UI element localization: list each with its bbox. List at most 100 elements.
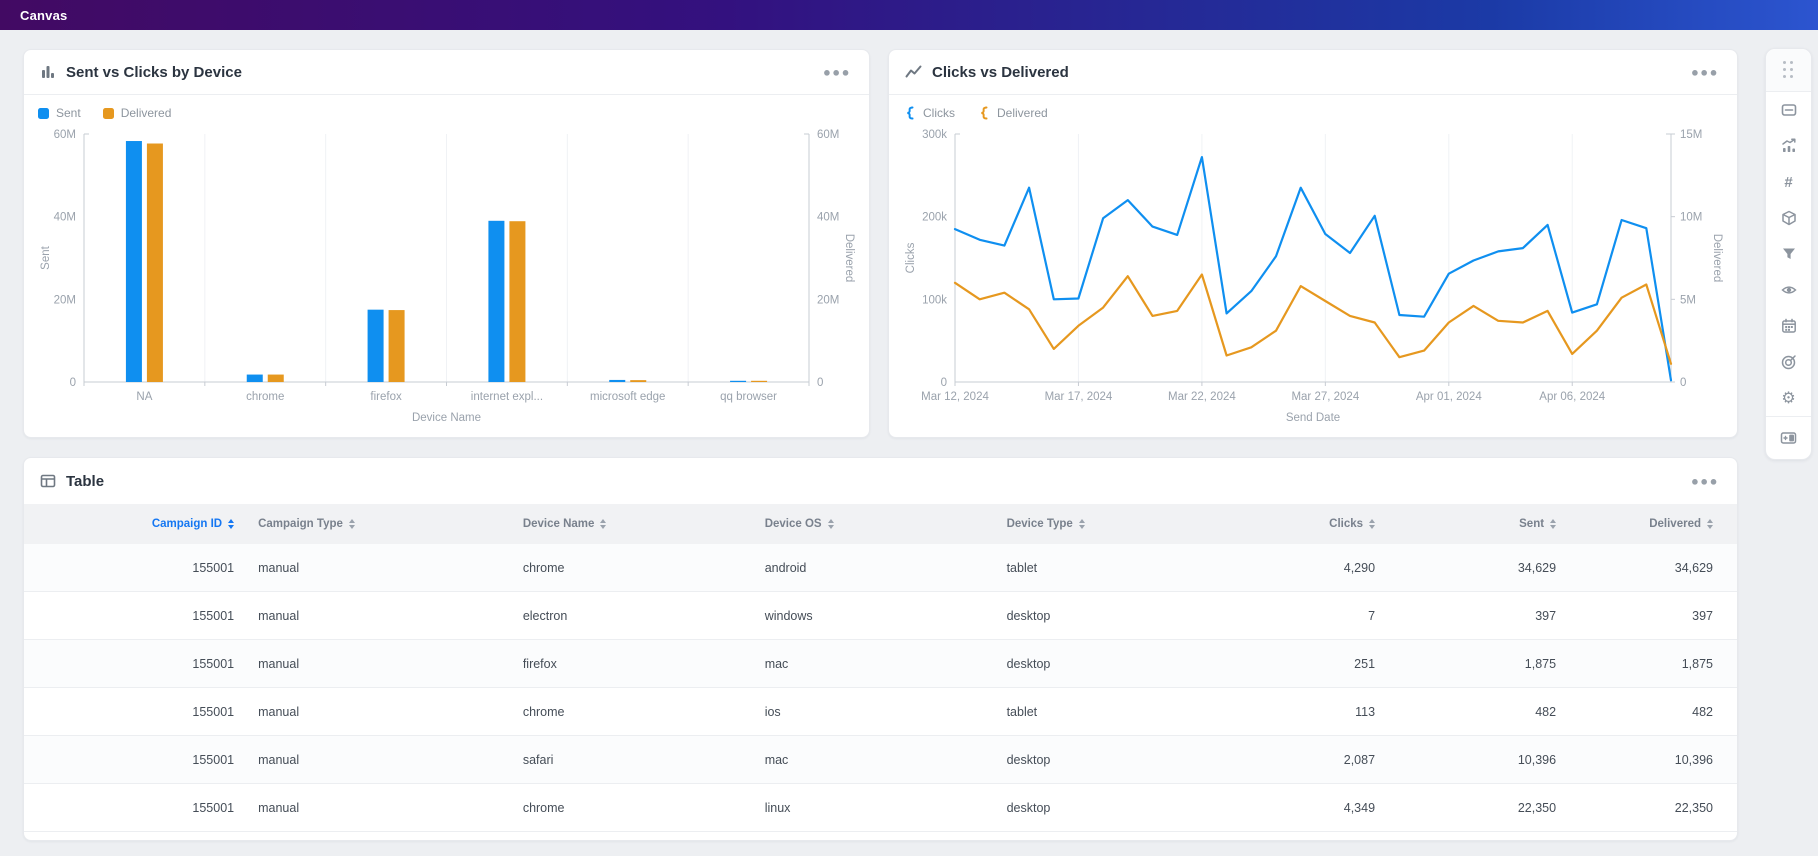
table-cell: manual — [246, 544, 511, 592]
svg-text:NA: NA — [136, 391, 152, 403]
column-header-campaign-type[interactable]: Campaign Type — [246, 504, 511, 544]
svg-text:100k: 100k — [922, 294, 947, 306]
svg-text:20M: 20M — [817, 294, 839, 306]
more-menu-icon[interactable]: ●●● — [819, 64, 855, 81]
svg-text:60M: 60M — [54, 129, 76, 141]
sort-icon — [600, 519, 606, 529]
card-widget-button[interactable] — [1766, 92, 1811, 128]
app-title: Canvas — [0, 8, 67, 23]
bar-chart-card: Sent vs Clicks by Device ●●● Sent Delive… — [23, 49, 870, 438]
svg-text:40M: 40M — [54, 212, 76, 224]
table-cell: manual — [246, 784, 511, 832]
svg-text:60M: 60M — [817, 129, 839, 141]
settings-button[interactable]: ⚙ — [1766, 380, 1811, 416]
calendar-widget-button[interactable] — [1766, 308, 1811, 344]
svg-text:qq browser: qq browser — [720, 391, 777, 403]
svg-text:Mar 17, 2024: Mar 17, 2024 — [1045, 391, 1113, 403]
table-row[interactable]: 155001manualchromeandroidtablet4,29034,6… — [24, 544, 1737, 592]
table-cell: 7 — [1236, 592, 1387, 640]
column-header-clicks[interactable]: Clicks — [1236, 504, 1387, 544]
table-cell: 155001 — [24, 592, 246, 640]
column-header-device-name[interactable]: Device Name — [511, 504, 753, 544]
table-row[interactable]: 155001manualchromeiostablet113482482 — [24, 688, 1737, 736]
table-cell: ios — [753, 688, 995, 736]
column-label: Sent — [1519, 518, 1544, 530]
more-menu-icon[interactable]: ●●● — [1687, 473, 1723, 490]
legend-item-sent[interactable]: Sent — [38, 106, 81, 120]
svg-text:0: 0 — [70, 377, 76, 389]
bar-chart-svg: 0020M20M40M40M60M60MNAchromefirefoxinter… — [36, 124, 857, 428]
column-header-sent[interactable]: Sent — [1387, 504, 1568, 544]
sort-icon — [228, 519, 234, 529]
table-cell: 251 — [1236, 640, 1387, 688]
table-card-header: Table ●●● — [24, 458, 1737, 504]
table-row[interactable]: 155001manualsafarimacdesktop2,08710,3961… — [24, 736, 1737, 784]
column-header-device-type[interactable]: Device Type — [995, 504, 1237, 544]
svg-text:0: 0 — [1680, 377, 1686, 389]
chart-increase-icon — [1781, 138, 1797, 154]
legend-label: Clicks — [923, 106, 955, 120]
svg-text:20M: 20M — [54, 294, 76, 306]
table-cell: windows — [753, 592, 995, 640]
drag-handle[interactable] — [1766, 49, 1811, 92]
table-cell: desktop — [995, 784, 1237, 832]
table-row[interactable]: 155001manualelectronwindowsdesktop739739… — [24, 592, 1737, 640]
panel-toggle-icon — [1780, 430, 1797, 446]
sort-icon — [1369, 519, 1375, 529]
legend-item-delivered[interactable]: Delivered — [977, 106, 1048, 120]
svg-text:Apr 06, 2024: Apr 06, 2024 — [1539, 391, 1605, 403]
table-cell: safari — [511, 736, 753, 784]
bar-chart-card-header: Sent vs Clicks by Device ●●● — [24, 50, 869, 95]
panel-toggle-button[interactable] — [1766, 420, 1811, 456]
table-row[interactable]: 155001manualfirefoxmacdesktop2511,8751,8… — [24, 640, 1737, 688]
table-cell: linux — [753, 784, 995, 832]
column-header-delivered[interactable]: Delivered — [1568, 504, 1737, 544]
svg-text:0: 0 — [817, 377, 823, 389]
hash-widget-button[interactable]: # — [1766, 164, 1811, 200]
table-cell: 22,350 — [1568, 784, 1737, 832]
table-cell: firefox — [511, 640, 753, 688]
delivered-swatch — [103, 108, 114, 119]
legend-item-clicks[interactable]: Clicks — [903, 106, 955, 120]
cube-icon — [1781, 210, 1797, 226]
chart-widget-button[interactable] — [1766, 128, 1811, 164]
gear-icon: ⚙ — [1781, 390, 1795, 406]
eye-widget-button[interactable] — [1766, 272, 1811, 308]
cube-widget-button[interactable] — [1766, 200, 1811, 236]
table-cell: 155001 — [24, 544, 246, 592]
svg-text:300k: 300k — [922, 129, 947, 141]
table-cell: mac — [753, 640, 995, 688]
svg-text:Mar 12, 2024: Mar 12, 2024 — [921, 391, 989, 403]
table-cell: 2,087 — [1236, 736, 1387, 784]
delivered-line-swatch — [977, 106, 990, 120]
table-cell: desktop — [995, 592, 1237, 640]
filter-widget-button[interactable] — [1766, 236, 1811, 272]
svg-text:15M: 15M — [1680, 129, 1702, 141]
line-chart-title: Clicks vs Delivered — [932, 64, 1069, 81]
legend-item-delivered[interactable]: Delivered — [103, 106, 172, 120]
bar-chart-title: Sent vs Clicks by Device — [66, 64, 242, 81]
sort-icon — [349, 519, 355, 529]
table-cell: tablet — [995, 544, 1237, 592]
line-chart-plot: 0100k200k300k05M10M15MMar 12, 2024Mar 17… — [889, 122, 1737, 433]
column-label: Clicks — [1329, 518, 1363, 530]
more-menu-icon[interactable]: ●●● — [1687, 64, 1723, 81]
column-header-device-os[interactable]: Device OS — [753, 504, 995, 544]
column-label: Campaign Type — [258, 518, 343, 530]
table-cell: chrome — [511, 784, 753, 832]
table-cell: tablet — [995, 688, 1237, 736]
table-cell: 482 — [1387, 688, 1568, 736]
svg-text:Send Date: Send Date — [1286, 412, 1340, 424]
legend-label: Delivered — [121, 106, 172, 120]
svg-text:chrome: chrome — [246, 391, 284, 403]
sort-icon — [828, 519, 834, 529]
target-widget-button[interactable] — [1766, 344, 1811, 380]
drag-dots-icon — [1783, 61, 1794, 79]
table-cell: manual — [246, 736, 511, 784]
bar-chart-icon — [40, 64, 56, 80]
table-cell: 1,875 — [1387, 640, 1568, 688]
column-label: Device Name — [523, 518, 595, 530]
table-row[interactable]: 155001manualchromelinuxdesktop4,34922,35… — [24, 784, 1737, 832]
column-header-campaign-id[interactable]: Campaign ID — [24, 504, 246, 544]
column-label: Campaign ID — [152, 518, 222, 530]
